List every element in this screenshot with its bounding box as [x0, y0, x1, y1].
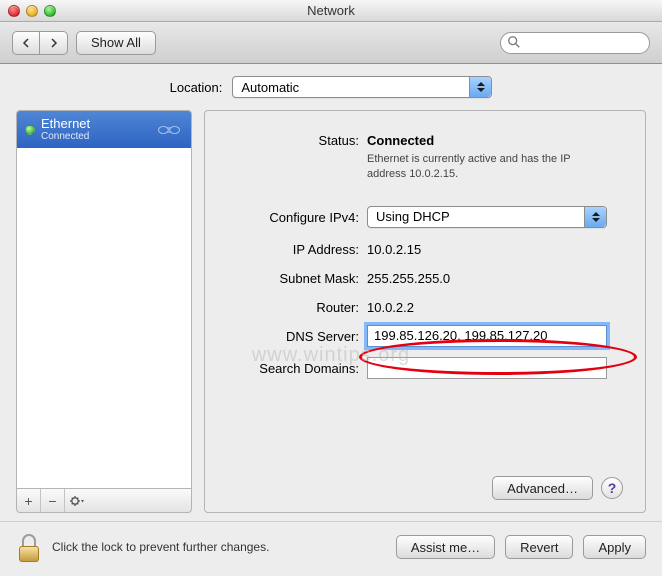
status-value-block: Connected Ethernet is currently active a… — [367, 129, 623, 182]
router-value: 10.0.2.2 — [367, 296, 623, 315]
remove-interface-button[interactable]: − — [41, 489, 65, 512]
lock-body-icon — [19, 546, 39, 562]
location-value: Automatic — [241, 80, 299, 95]
lock-text: Click the lock to prevent further change… — [52, 540, 269, 554]
router-row: Router: 10.0.2.2 — [217, 296, 623, 315]
dns-server-input[interactable] — [367, 325, 607, 347]
ip-row: IP Address: 10.0.2.15 — [217, 238, 623, 257]
assist-me-button[interactable]: Assist me… — [396, 535, 495, 559]
search-domains-label: Search Domains: — [217, 357, 367, 376]
interface-item-ethernet[interactable]: Ethernet Connected — [17, 111, 191, 148]
chevron-left-icon — [21, 38, 31, 48]
apply-button[interactable]: Apply — [583, 535, 646, 559]
router-label: Router: — [217, 296, 367, 315]
back-button[interactable] — [12, 31, 40, 55]
nav-segmented — [12, 31, 68, 55]
ip-label: IP Address: — [217, 238, 367, 257]
status-label: Status: — [217, 129, 367, 148]
subnet-row: Subnet Mask: 255.255.255.0 — [217, 267, 623, 286]
status-sublabel: Ethernet is currently active and has the… — [367, 152, 607, 182]
forward-button[interactable] — [40, 31, 68, 55]
gear-icon — [69, 494, 85, 508]
dns-row: DNS Server: — [217, 325, 623, 347]
configure-ipv4-popup[interactable]: Using DHCP — [367, 206, 607, 228]
configure-row: Configure IPv4: Using DHCP — [217, 206, 623, 228]
search-domains-input[interactable] — [367, 357, 607, 379]
search-domains-row: Search Domains: — [217, 357, 623, 379]
popup-arrows-icon — [584, 207, 606, 227]
subnet-value: 255.255.255.0 — [367, 267, 623, 286]
toolbar: Show All — [0, 22, 662, 64]
details-footer: Advanced… ? — [217, 476, 623, 500]
add-interface-button[interactable]: + — [17, 489, 41, 512]
ethernet-icon — [155, 121, 183, 139]
search-icon — [507, 35, 521, 49]
interface-name: Ethernet — [41, 117, 149, 131]
interfaces-list[interactable]: Ethernet Connected — [16, 110, 192, 489]
content-area: Location: Automatic Ethernet Connected — [0, 64, 662, 521]
help-button[interactable]: ? — [601, 477, 623, 499]
status-row: Status: Connected Ethernet is currently … — [217, 129, 623, 182]
configure-value: Using DHCP — [376, 209, 450, 224]
details-pane: Status: Connected Ethernet is currently … — [204, 110, 646, 513]
search-field-wrap — [500, 32, 650, 54]
dns-label: DNS Server: — [217, 325, 367, 344]
interfaces-sidebar: Ethernet Connected + − — [16, 110, 192, 513]
status-dot-icon — [25, 125, 35, 135]
status-value: Connected — [367, 133, 623, 148]
location-row: Location: Automatic — [16, 76, 646, 98]
location-popup[interactable]: Automatic — [232, 76, 492, 98]
bottom-bar: Click the lock to prevent further change… — [0, 521, 662, 576]
interface-status: Connected — [41, 131, 149, 142]
advanced-button[interactable]: Advanced… — [492, 476, 593, 500]
sidebar-footer: + − — [16, 489, 192, 513]
search-input[interactable] — [500, 32, 650, 54]
interface-text: Ethernet Connected — [41, 117, 149, 142]
show-all-button[interactable]: Show All — [76, 31, 156, 55]
titlebar: Network — [0, 0, 662, 22]
subnet-label: Subnet Mask: — [217, 267, 367, 286]
ip-value: 10.0.2.15 — [367, 238, 623, 257]
revert-button[interactable]: Revert — [505, 535, 573, 559]
popup-arrows-icon — [469, 77, 491, 97]
action-menu-button[interactable] — [65, 489, 89, 512]
chevron-right-icon — [49, 38, 59, 48]
configure-label: Configure IPv4: — [217, 206, 367, 225]
network-preferences-window: Network Show All Location: Automatic — [0, 0, 662, 576]
location-label: Location: — [170, 80, 223, 95]
lock-button[interactable] — [16, 532, 42, 562]
main-row: Ethernet Connected + − — [16, 110, 646, 513]
window-title: Network — [0, 3, 662, 18]
